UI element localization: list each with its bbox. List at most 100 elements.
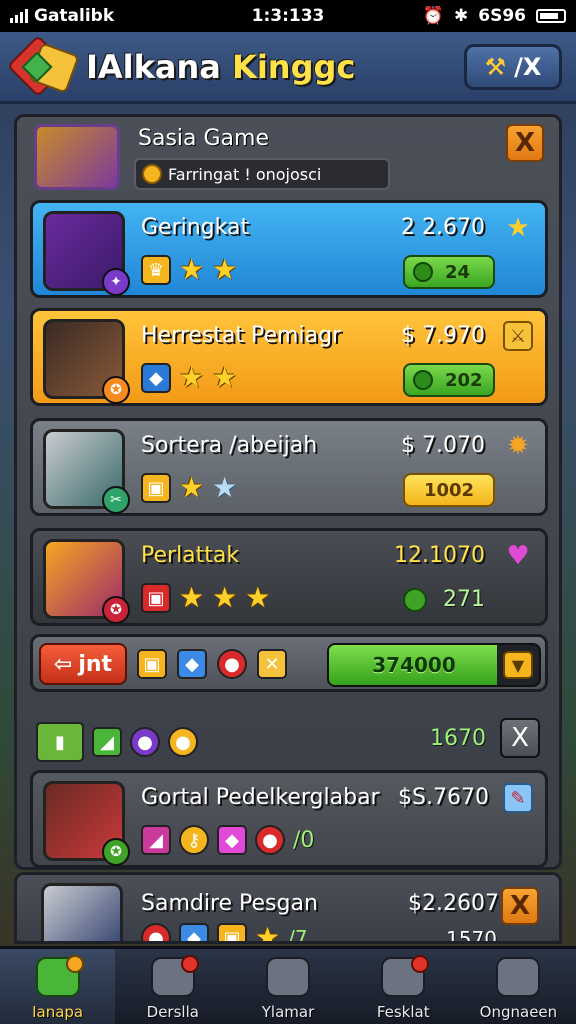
quest-title: Sasia Game: [138, 126, 269, 151]
star-icon: ★: [179, 471, 205, 504]
hero-portrait: ✪: [43, 781, 130, 866]
app-title: IAlkana Kinggc: [86, 48, 464, 86]
hammer-icon: ⚒: [484, 52, 507, 81]
gift-icon: [381, 955, 430, 997]
notification-dot: [180, 955, 199, 973]
gem-logo-icon: [6, 34, 80, 97]
notification-dot: [411, 955, 430, 973]
close-icon: X: [509, 891, 531, 921]
close-icon: X: [511, 723, 529, 753]
nav-label: Ongnaeen: [479, 1003, 558, 1021]
item-count: 1670: [430, 726, 486, 751]
close-icon: X: [514, 128, 536, 158]
crystal-icon: ◆: [179, 923, 209, 941]
hero-value: 1002: [423, 479, 475, 501]
quest-header: Sasia Game Farringat ! onojosci X: [22, 120, 552, 192]
hero-value: 24: [445, 261, 471, 283]
peek-count: 1570: [446, 927, 497, 944]
quest-subtitle: Farringat ! onojosci: [134, 158, 390, 190]
hero-portrait: ✪: [43, 319, 130, 404]
hero-portrait: ✪: [43, 539, 130, 624]
hero-name: Samdire Pesgan: [141, 891, 318, 916]
header-action-button[interactable]: ⚒ /X: [464, 43, 562, 90]
hero-badge-icon: ✪: [102, 596, 130, 624]
hero-name: Geringkat: [141, 215, 250, 240]
hero-value: 202: [445, 369, 483, 391]
peek-hero-card[interactable]: Samdire Pesgan $2.2607 X ● ◆ ▣ ★ /7 1570: [14, 872, 562, 944]
potion-icon[interactable]: ✎: [503, 783, 533, 813]
hero-price: $2.2607: [408, 891, 499, 916]
hero-price: $ 7.070: [401, 433, 485, 458]
star-icon: ★: [179, 361, 205, 394]
star-icon: ★: [179, 581, 205, 614]
nav-item-ianapa[interactable]: Ianapa: [0, 949, 116, 1024]
star-count: /7: [288, 926, 308, 944]
hero-price: $S.7670: [398, 785, 489, 810]
hero-card-2[interactable]: ✪ Herrestat Pemiagr $ 7.970 ⚔ ◆ ★ ★ 202: [30, 308, 548, 406]
progress-bar: 374000 ▼: [327, 643, 541, 687]
blade-icon: ◢: [141, 825, 171, 855]
hero-name: Herrestat Pemiagr: [141, 323, 342, 348]
hero-value-badge: 271: [403, 587, 485, 612]
star-outline-icon: ★: [212, 471, 238, 504]
gem-icon: ◆: [217, 825, 247, 855]
hero-card-1[interactable]: ✦ Geringkat 2 2.670 ★ ♛ ★ ★ 24: [30, 200, 548, 298]
chest-icon: ▣: [141, 583, 171, 613]
join-button[interactable]: ⇦ jnt: [39, 643, 127, 685]
alarm-icon: ⏰: [422, 6, 445, 26]
header-action-label: /X: [514, 52, 542, 81]
crystal-icon: ◆: [177, 649, 207, 679]
nav-item-fesklat[interactable]: Fesklat: [346, 949, 461, 1024]
gem-icon: [413, 262, 433, 282]
turtle-icon: [35, 955, 84, 997]
app-header: IAlkana Kinggc ⚒ /X: [0, 32, 576, 104]
scroll-icon[interactable]: ▮: [36, 722, 84, 762]
bluetooth-icon: ✱: [454, 6, 469, 26]
star-icon: ★: [255, 921, 281, 944]
hero-price: 2 2.670: [401, 215, 485, 240]
sword-icon[interactable]: ⚔: [503, 321, 533, 351]
crown-icon: ♛: [141, 255, 171, 285]
nav-item-derslla[interactable]: Derslla: [115, 949, 230, 1024]
hero-card-3[interactable]: ✂ Sortera /abeijah $ 7.070 ✹ ▣ ★ ★ 1002: [30, 418, 548, 516]
app-title-part1: IAlkana: [86, 47, 221, 86]
status-bar: Gatalibk 1:3:133 ⏰ ✱ 6S96: [0, 0, 576, 32]
hero-badge-icon: ✪: [102, 376, 130, 404]
potion-icon: ●: [130, 727, 160, 757]
hero-portrait: ✦: [43, 211, 130, 296]
hero-card-4[interactable]: ✪ Perlattak 12.1070 ♥ ▣ ★ ★ ★ 271: [30, 528, 548, 626]
star-icon: ★: [245, 581, 271, 614]
bomb-icon: ✹: [507, 431, 529, 461]
hero-portrait: [41, 883, 123, 941]
quest-subtitle-text: Farringat ! onojosci: [168, 164, 322, 184]
nav-item-ongnaeen[interactable]: Ongnaeen: [461, 949, 576, 1024]
peek-close-button[interactable]: X: [501, 887, 539, 925]
blade-icon: ◢: [92, 727, 122, 757]
heart-icon: ♥: [506, 541, 530, 571]
featured-hero-card[interactable]: ✪ Gortal Pedelkerglabar $S.7670 ✎ ◢ ⚷ ◆ …: [30, 770, 548, 868]
item-row: ▮ ◢ ● ● 1670 X: [36, 714, 546, 764]
star-icon: ★: [212, 361, 238, 394]
chevron-down-icon[interactable]: ▼: [503, 651, 533, 679]
join-label: jnt: [78, 651, 113, 677]
star-icon: ★: [179, 253, 205, 286]
hero-name: Gortal Pedelkerglabar: [141, 785, 380, 810]
hero-portrait: ✂: [43, 429, 130, 514]
gem-icon: [403, 587, 427, 612]
camera-icon: [496, 957, 541, 997]
sword-icon: ✕: [257, 649, 287, 679]
quest-avatar: [34, 124, 120, 190]
hero-badge-icon: ✪: [102, 838, 130, 866]
crate-icon: ▣: [137, 649, 167, 679]
bomb-icon: ●: [217, 649, 247, 679]
clock: 1:3:133: [251, 6, 325, 26]
key-icon: ⚷: [179, 825, 209, 855]
nav-label: Derslla: [146, 1003, 199, 1021]
hero-value-badge: 24: [403, 255, 495, 289]
item-close-button[interactable]: X: [500, 718, 540, 758]
coin-icon: [142, 164, 162, 184]
quest-close-button[interactable]: X: [506, 124, 544, 162]
shield-icon: ◆: [141, 363, 171, 393]
nav-item-ylamar[interactable]: Ylamar: [230, 949, 345, 1024]
nav-label: Ylamar: [261, 1003, 315, 1021]
